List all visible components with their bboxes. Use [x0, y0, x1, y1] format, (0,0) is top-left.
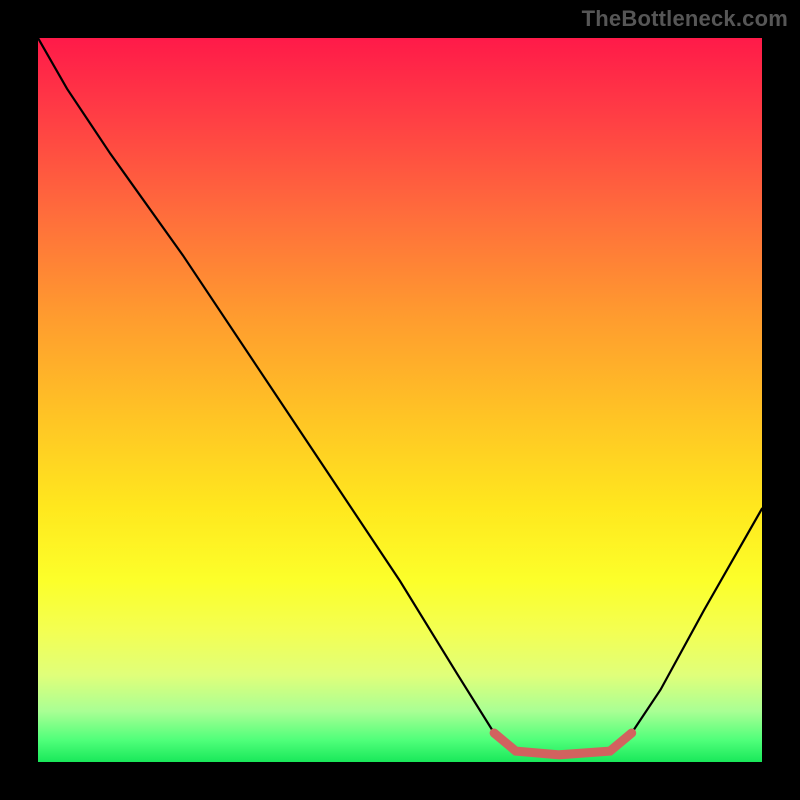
attribution-label: TheBottleneck.com [582, 6, 788, 32]
highlight-segment [494, 733, 632, 755]
curve-layer [38, 38, 762, 762]
main-curve [38, 38, 762, 755]
chart-frame: TheBottleneck.com [0, 0, 800, 800]
plot-area [38, 38, 762, 762]
